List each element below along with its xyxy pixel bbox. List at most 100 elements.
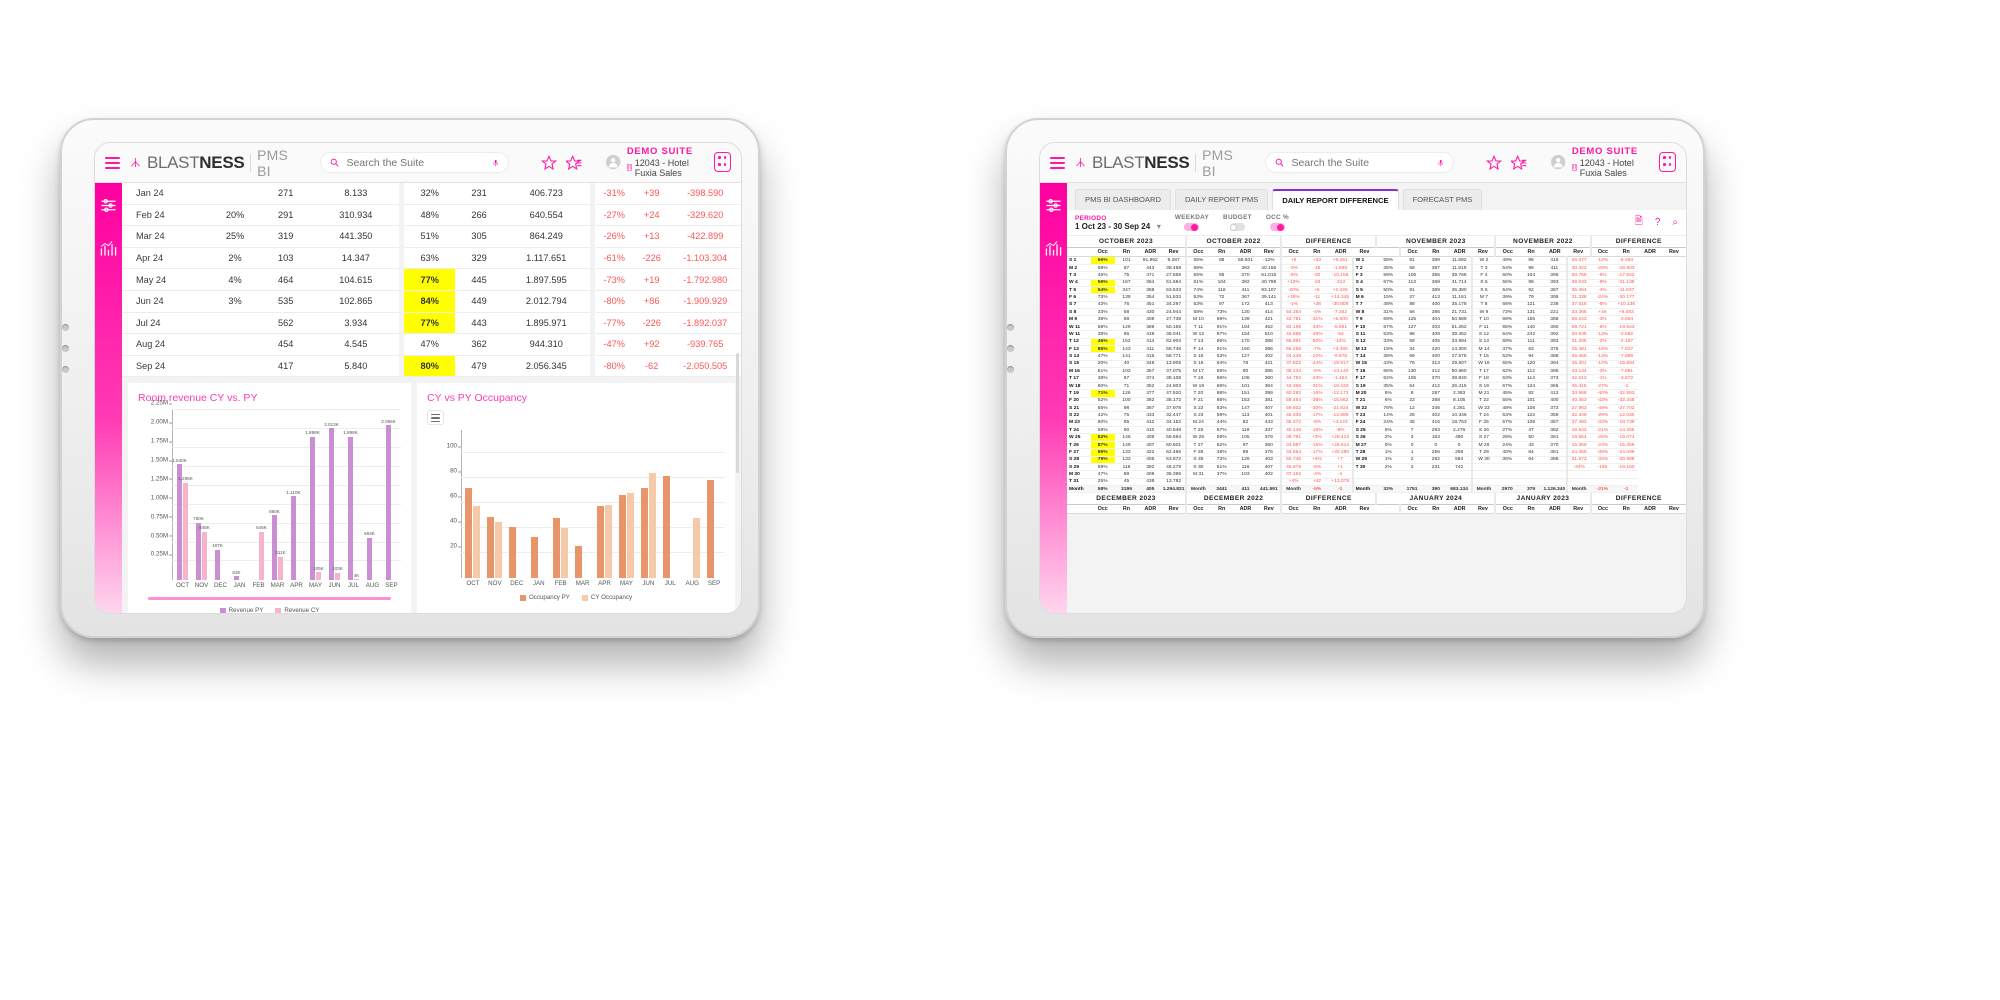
table-row[interactable]: S 28 79% 133 405 53.872 S 29 72% 126 403 50.745 +4… — [1067, 456, 1686, 465]
table-row[interactable]: W 18 60% 71 352 24.903 W 19 69% 101 364 43.366 -31… — [1067, 382, 1686, 391]
bar[interactable] — [531, 537, 539, 579]
bar[interactable]: 103K — [332, 566, 343, 581]
bar[interactable]: 2.013K — [324, 422, 339, 581]
filters-icon-right[interactable] — [1045, 197, 1062, 214]
tab-0[interactable]: PMS BI DASHBOARD — [1075, 189, 1171, 211]
search-action-icon[interactable]: ⌕ — [1672, 217, 1678, 228]
analytics-icon[interactable] — [100, 240, 117, 257]
avatar-right[interactable] — [1551, 152, 1566, 172]
tab-2[interactable]: DAILY REPORT DIFFERENCE — [1272, 189, 1399, 211]
legend-item[interactable]: CY Occupancy — [581, 594, 632, 601]
legend-item[interactable]: Revenue CY — [275, 607, 319, 613]
bar[interactable]: 105K — [313, 566, 324, 581]
bar[interactable]: 1.110K — [286, 490, 301, 581]
apps-grid-button-right[interactable] — [1659, 152, 1676, 173]
table-row[interactable]: M 23 60% 85 412 34.152 M 24 44% 82 443 36.372 -8% +… — [1067, 419, 1686, 428]
table-row[interactable]: F 13 85% 143 411 58.748 F 14 91% 150 386 56.258 -7… — [1067, 345, 1686, 354]
table-row[interactable]: S 15 20% 40 348 13.905 S 16 64% 78 421 37.822 -44%… — [1067, 360, 1686, 369]
revenue-scroll-indicator[interactable] — [148, 597, 391, 601]
bar[interactable] — [575, 545, 583, 579]
microphone-icon[interactable] — [492, 157, 499, 169]
budget-toggle-group[interactable]: BUDGET — [1223, 214, 1252, 232]
table-row[interactable]: T 31 25% 45 438 13.782 +4% +42 +13.078 — [1067, 478, 1686, 487]
bar[interactable] — [473, 505, 481, 579]
search-input[interactable] — [346, 156, 486, 169]
bar[interactable]: 407K — [212, 543, 223, 581]
table-row[interactable]: M 30 47% 89 408 36.396 M 31 37% 103 402 37.192 -4%… — [1067, 470, 1686, 479]
bar[interactable] — [618, 494, 626, 579]
bar[interactable] — [604, 504, 612, 579]
microphone-icon-right[interactable] — [1437, 157, 1444, 169]
bar[interactable]: 4K — [354, 573, 359, 581]
bar[interactable]: 645K — [256, 525, 267, 581]
favorite-list-icon-right[interactable] — [1511, 154, 1527, 171]
search-bar[interactable] — [320, 152, 510, 173]
table-row[interactable]: S 1 66% 101 91.952 9.287 55% 88 58.501 -12% +5 +33… — [1067, 256, 1686, 265]
bar[interactable]: 63K — [232, 570, 241, 581]
analytics-icon-right[interactable] — [1045, 240, 1062, 257]
table-row[interactable]: T 19 71% 126 377 47.520 T 20 88% 151 399 60.292 -1… — [1067, 389, 1686, 398]
table-row[interactable]: S 7 43% 76 451 34.297 53% 97 172 413 -1% +38 -30.80… — [1067, 301, 1686, 310]
favorite-list-icon[interactable] — [566, 154, 582, 171]
table-row[interactable]: T 17 38% 67 374 38.108 T 18 66% 106 360 44.782 -23… — [1067, 374, 1686, 383]
table-row[interactable]: Jun 24 3% 535 102.865 84% 449 2.012.794 -80% +86… — [122, 290, 741, 313]
table-row[interactable]: May 24 4% 464 104.615 77% 445 1.897.595 -73% +19… — [122, 268, 741, 291]
table-row[interactable]: M 9 38% 68 408 27.738 M 10 69% 139 421 42.781 -31%… — [1067, 315, 1686, 324]
table-row[interactable]: S 14 47% 141 416 58.771 S 15 53% 127 402 34.248 -2… — [1067, 352, 1686, 361]
occupancy-chart-menu-button[interactable] — [427, 410, 444, 426]
table-row[interactable]: T 5 54% 347 368 63.533 74% 118 411 93.107 -20% +6 +… — [1067, 286, 1686, 295]
table-row[interactable]: W 4 56% 167 364 61.684 61% 104 392 40.799 +13% -23… — [1067, 279, 1686, 288]
bar[interactable] — [561, 528, 569, 579]
table-row[interactable]: Aug 24 454 4.545 47% 362 944.310 -47% +92 -939.7… — [122, 333, 741, 356]
legend-item[interactable]: Occupancy PY — [519, 594, 570, 601]
occ-toggle[interactable] — [1269, 223, 1285, 232]
bar[interactable]: 645K — [199, 525, 210, 581]
favorite-star-icon[interactable] — [541, 154, 558, 171]
table-row[interactable]: T 12 46% 152 414 62.904 T 13 96% 170 388 65.991 -5… — [1067, 338, 1686, 347]
tab-1[interactable]: DAILY REPORT PMS — [1174, 189, 1269, 211]
favorite-star-icon-right[interactable] — [1486, 154, 1503, 171]
bar[interactable]: 564K — [364, 531, 375, 581]
page-scrollbar[interactable] — [736, 353, 739, 473]
table-row[interactable]: S 21 55% 98 387 37.978 S 22 83% 147 407 59.802 -30… — [1067, 404, 1686, 413]
bar[interactable]: 2.056K — [381, 419, 396, 581]
help-icon[interactable]: ? — [1655, 217, 1661, 228]
bar[interactable] — [487, 517, 495, 579]
budget-toggle[interactable] — [1229, 223, 1245, 232]
table-row[interactable]: S 22 42% 75 433 32.447 S 23 59% 113 401 45.336 -17… — [1067, 411, 1686, 420]
bar[interactable] — [706, 479, 714, 579]
search-input-right[interactable] — [1291, 156, 1431, 169]
table-row[interactable]: Feb 24 20% 291 310.934 48% 266 640.554 -27% +24-… — [122, 204, 741, 227]
bar[interactable] — [626, 493, 634, 579]
table-row[interactable]: F 27 65% 133 422 62.466 F 28 48% 89 376 33.564 -17… — [1067, 448, 1686, 457]
search-bar-right[interactable] — [1265, 152, 1455, 173]
bar[interactable]: 760K — [193, 516, 204, 581]
tab-3[interactable]: FORECAST PMS — [1402, 189, 1483, 211]
bar[interactable] — [662, 475, 670, 579]
filters-icon[interactable] — [100, 197, 117, 214]
table-row[interactable]: Jul 24 562 3.934 77% 443 1.895.971 -77% -226 -1.… — [122, 312, 741, 335]
menu-icon-right[interactable] — [1050, 156, 1066, 169]
table-row[interactable]: M 16 51% 103 357 37.075 M 17 56% 90 385 38.134 -5%… — [1067, 367, 1686, 376]
bar[interactable] — [692, 518, 700, 579]
weekday-toggle[interactable] — [1184, 223, 1200, 232]
table-row[interactable]: W 25 62% 146 409 59.694 W 26 59% 105 379 39.781 +3… — [1067, 433, 1686, 442]
table-row[interactable]: Jan 24 271 8.133 32% 231 406.723 -31% +39 -398.5… — [122, 183, 741, 205]
table-row[interactable]: T 24 58% 90 410 40.548 T 25 67% 119 337 40.149 -15… — [1067, 426, 1686, 435]
table-row[interactable]: F 6 73% 139 354 51.533 53% 72 367 39.141 +19% -11 +… — [1067, 293, 1686, 302]
period-filter[interactable]: PERIODO 1 Oct 23 - 30 Sep 24 ▾ — [1075, 215, 1161, 231]
table-row[interactable]: W 11 58% 129 389 50.165 T 11 91% 184 452 83.196 -3… — [1067, 323, 1686, 332]
avatar[interactable] — [606, 152, 621, 172]
bar[interactable] — [596, 505, 604, 579]
bar[interactable] — [465, 488, 473, 579]
export-icon[interactable]: 🗎 — [1635, 214, 1643, 231]
bar[interactable] — [640, 488, 648, 579]
bar[interactable]: 1.898K — [343, 430, 358, 581]
bar[interactable]: 1.898K — [305, 430, 320, 581]
bar[interactable]: 1.295K — [178, 476, 193, 581]
table-row[interactable]: Mar 24 25% 319 441.350 51% 305 864.249 -26% +13-… — [122, 225, 741, 248]
table-row[interactable]: Sep 24 417 5.840 80% 479 2.056.345 -80% -62 -2.0… — [122, 355, 741, 378]
table-row[interactable]: W 11 38% 86 419 36.041 W 12 87% 154 510 44.986 -49… — [1067, 330, 1686, 339]
apps-grid-button[interactable] — [714, 152, 731, 173]
legend-item[interactable]: Revenue PY — [219, 607, 263, 613]
